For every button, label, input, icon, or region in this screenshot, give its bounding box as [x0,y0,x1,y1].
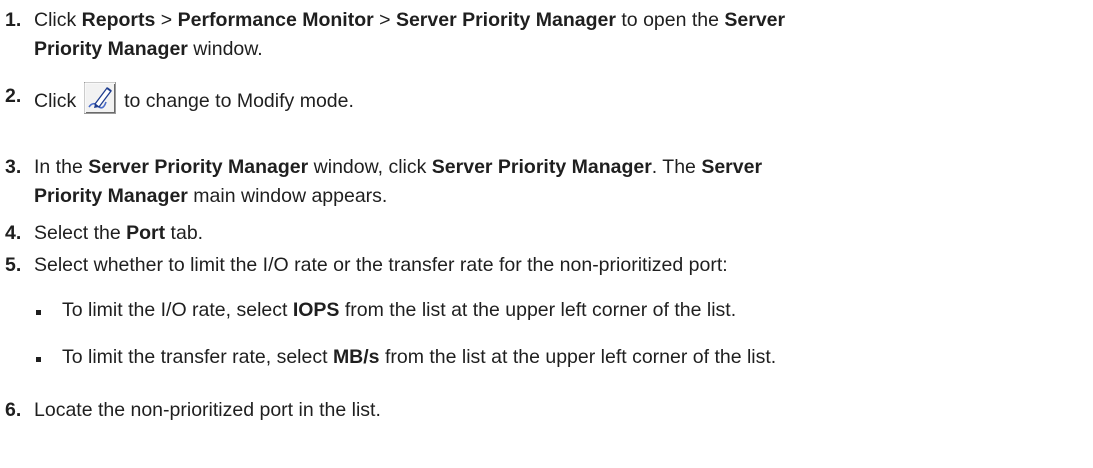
text-run: tab. [165,222,204,244]
step-number: 6. [5,399,22,421]
step-text: Select whether to limit the I/O rate or … [34,254,728,276]
text-run: main window appears. [187,185,388,207]
step-text: Click to change to Modify mode. [34,82,1080,116]
text-run: > [155,9,178,31]
step-number: 1. [5,9,22,31]
text-run: from the list at the upper left corner o… [339,299,737,321]
text-run: > [373,9,396,31]
step-text: Locate the non-prioritized port in the l… [34,399,381,421]
menu-server-priority-manager: Server Priority Manager [395,9,616,31]
text-run: window. [187,38,263,60]
tab-port-name: Port [126,222,166,244]
step-number: 5. [5,254,22,276]
step-number: 2. [5,85,22,107]
bullet-text: To limit the transfer rate, select MB/s … [62,343,776,372]
step-number: 3. [5,156,22,178]
option-iops: IOPS [292,299,340,321]
text-run: Click [34,90,82,112]
step-text: Select the Port tab. [34,219,1080,248]
procedure-steps: 1. Click Reports > Performance Monitor >… [0,0,1093,468]
window-name: Priority Manager [34,38,188,60]
text-run: window, click [308,156,432,178]
text-run: Select the [34,222,127,244]
window-name: Server [724,9,786,31]
button-name: Server Priority Manager [431,156,652,178]
step-text: Click Reports > Performance Monitor > Se… [34,6,1080,64]
window-name: Server Priority Manager [88,156,309,178]
bullet-text: To limit the I/O rate, select IOPS from … [62,296,736,325]
bullet-marker [36,357,41,362]
text-run: . The [651,156,702,178]
modify-pen-icon[interactable] [83,82,116,114]
text-run: to change to Modify mode. [118,90,354,112]
text-run: to open the [615,9,725,31]
window-name: Priority Manager [34,185,188,207]
step-text: In the Server Priority Manager window, c… [34,153,1080,211]
step-number: 4. [5,222,22,244]
text-run: To limit the transfer rate, select [62,346,333,368]
text-run: In the [34,156,89,178]
menu-performance-monitor: Performance Monitor [177,9,374,31]
option-mb-per-second: MB/s [332,346,380,368]
menu-reports: Reports [81,9,156,31]
text-run: from the list at the upper left corner o… [379,346,777,368]
window-name: Server [701,156,763,178]
text-run: Click [34,9,82,31]
text-run: To limit the I/O rate, select [62,299,293,321]
bullet-marker [36,310,41,315]
